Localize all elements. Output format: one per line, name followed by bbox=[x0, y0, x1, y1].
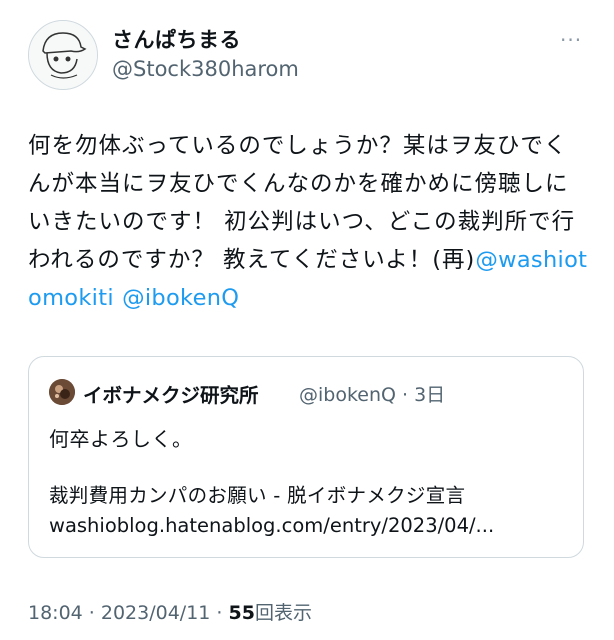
mention-separator bbox=[114, 285, 122, 311]
author-avatar[interactable] bbox=[28, 20, 98, 90]
more-options-icon[interactable]: ··· bbox=[560, 28, 582, 52]
tweet-metadata: 18:04 · 2023/04/11 · 55回表示 bbox=[28, 598, 312, 625]
quoted-author-avatar bbox=[49, 379, 75, 405]
quoted-author-handle-time: @ibokenQ · 3日 bbox=[299, 384, 446, 406]
author-handle[interactable]: @Stock380harom bbox=[112, 57, 299, 81]
mention-link[interactable]: @ibokenQ bbox=[122, 285, 239, 311]
quoted-tweet-text: 何卒よろしく。 bbox=[49, 427, 193, 451]
quoted-tweet-card[interactable]: イボナメクジ研究所 @ibokenQ · 3日 何卒よろしく。 裁判費用カンパの… bbox=[28, 356, 584, 558]
view-count: 55 bbox=[228, 602, 255, 624]
author-display-name[interactable]: さんぱちまる bbox=[112, 24, 241, 54]
quoted-link-url[interactable]: washioblog.hatenablog.com/entry/2023/04/… bbox=[49, 514, 494, 537]
cap-character-icon bbox=[29, 21, 97, 89]
quoted-link-title[interactable]: 裁判費用カンパのお願い - 脱イボナメクジ宣言 bbox=[49, 479, 465, 508]
view-count-label: 回表示 bbox=[254, 602, 312, 624]
tweet-text: 何を勿体ぶっているのでしょうか？某はヲ友ひでくんが本当にヲ友ひでくんなのかを確か… bbox=[28, 127, 588, 317]
timestamp[interactable]: 18:04 · 2023/04/11 · bbox=[28, 602, 229, 624]
quoted-author-name: イボナメクジ研究所 bbox=[83, 384, 259, 407]
avatar-image-icon bbox=[49, 379, 75, 405]
